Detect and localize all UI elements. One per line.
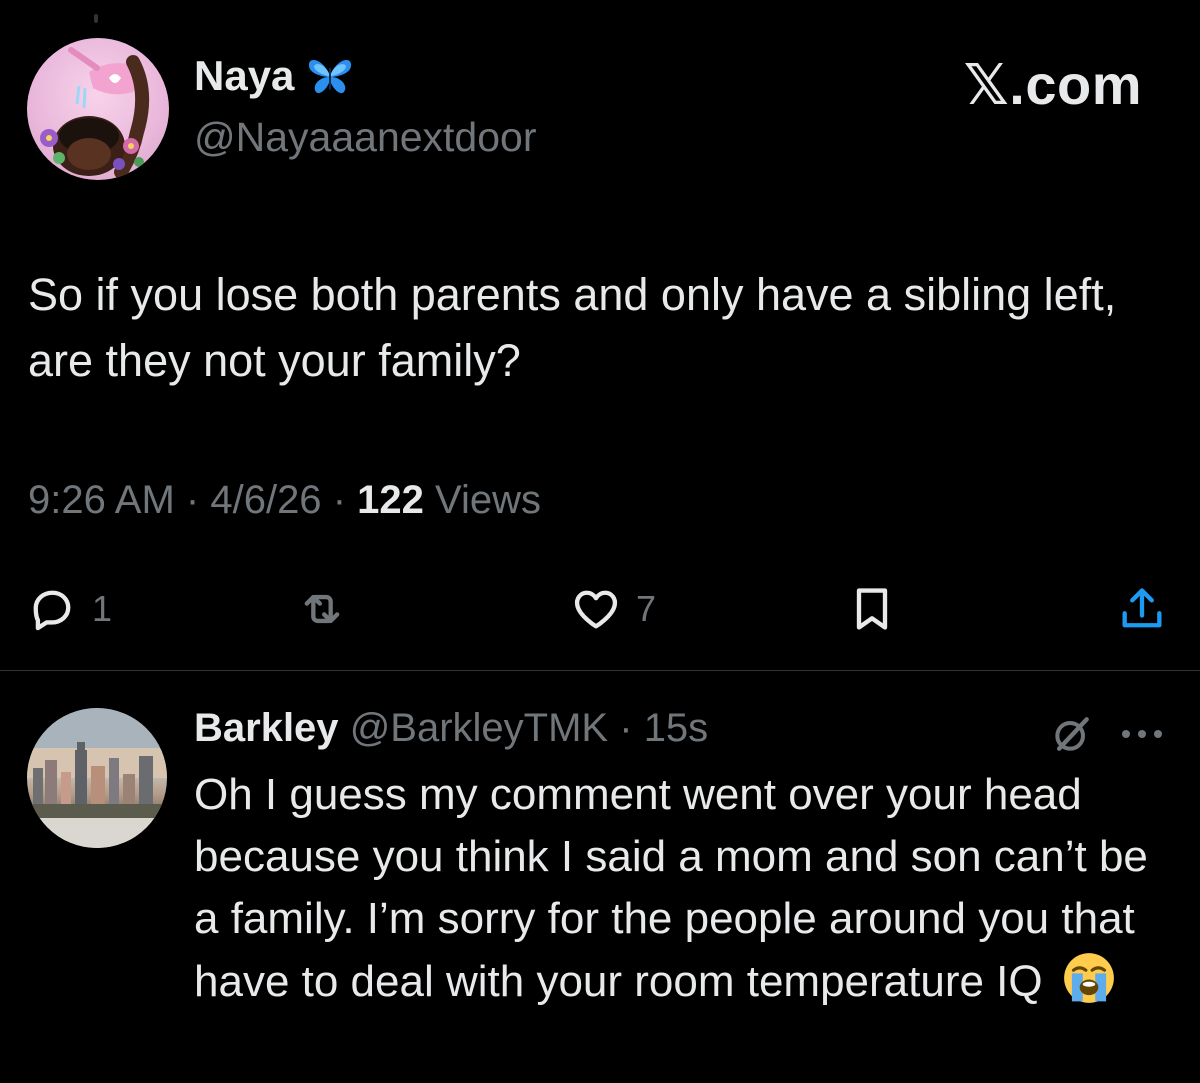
repost-button[interactable] [296, 578, 348, 640]
loudly-crying-face-icon [1063, 953, 1114, 1003]
bookmark-icon [856, 588, 888, 630]
tweet-date[interactable]: 4/6/26 [210, 478, 321, 522]
section-divider [0, 670, 1200, 671]
status-dot [94, 14, 98, 23]
author-avatar[interactable] [27, 38, 169, 180]
share-button[interactable] [1116, 578, 1168, 640]
x-brand-logo: 𝕏.com [963, 53, 1142, 116]
reply-count: 1 [92, 588, 113, 629]
like-button[interactable]: 7 [570, 578, 656, 640]
tweet-detail-screen: Naya @Nayaaanextdoor 𝕏.com So if you los… [0, 0, 1200, 1083]
reply-text-body: Oh I guess my comment went over your hea… [194, 770, 1148, 1006]
bookmark-button[interactable] [846, 578, 898, 640]
tweet-meta: 9:26 AM · 4/6/26 · 122 Views [28, 478, 541, 523]
views-label[interactable]: Views [435, 478, 541, 522]
tweet-text: So if you lose both parents and only hav… [28, 269, 1117, 386]
author-handle[interactable]: @Nayaaanextdoor [194, 114, 537, 161]
reply-author-name[interactable]: Barkley [194, 706, 339, 750]
tweet-action-bar: 1 7 [0, 578, 1200, 640]
repost-icon [304, 594, 340, 624]
reply-author-handle[interactable]: @BarkleyTMK [350, 706, 608, 750]
meta-separator: · [185, 478, 200, 522]
reply-timestamp[interactable]: 15s [644, 706, 709, 750]
views-count[interactable]: 122 [357, 478, 424, 522]
city-skyline-image [27, 708, 167, 848]
reply-bubble-icon [33, 590, 71, 631]
meta-separator: · [332, 478, 347, 522]
more-options-icon[interactable] [1120, 726, 1164, 742]
share-icon [1122, 588, 1162, 628]
reply-button[interactable]: 1 [26, 578, 112, 640]
reply-separator: · [619, 706, 633, 750]
author-name[interactable]: Naya [194, 52, 354, 100]
author-name-text: Naya [194, 52, 295, 99]
reply-icons [1050, 712, 1164, 756]
butterfly-icon [309, 60, 352, 94]
tweet-time[interactable]: 9:26 AM [28, 478, 175, 522]
reply-author-avatar[interactable] [27, 708, 167, 848]
heart-icon [574, 590, 618, 629]
avatar-illustration [40, 47, 150, 179]
reply-text: Oh I guess my comment went over your hea… [194, 764, 1184, 1013]
like-count: 7 [636, 588, 657, 629]
grok-icon[interactable] [1050, 712, 1094, 756]
reply-header: Barkley @BarkleyTMK · 15s [194, 706, 708, 751]
